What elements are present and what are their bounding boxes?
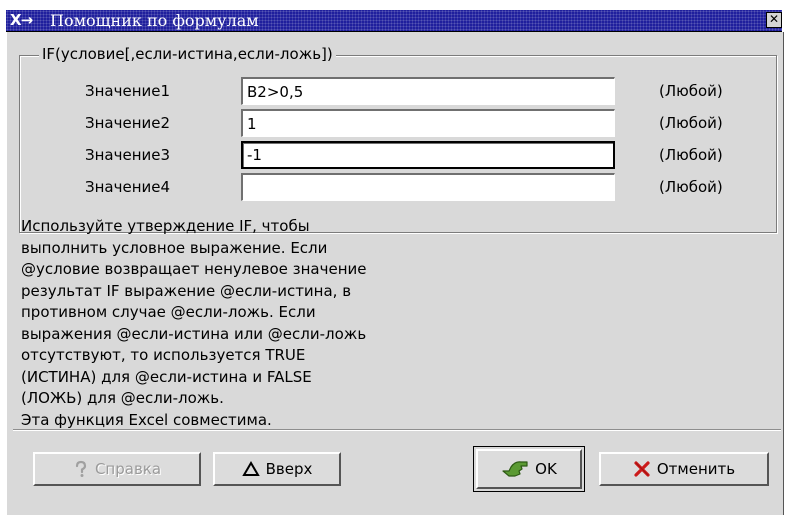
question-icon: [73, 460, 89, 478]
param-input-2[interactable]: [241, 109, 615, 137]
function-description: Используйте утверждение IF, чтобы выполн…: [21, 216, 521, 431]
description-line: (ЛОЖЬ) для @если-ложь.: [21, 389, 224, 407]
up-button[interactable]: Вверх: [213, 452, 341, 486]
close-icon[interactable]: ✕: [766, 12, 782, 28]
help-button-label: Справка: [94, 460, 162, 478]
app-icon: X→: [10, 11, 33, 29]
param-type: (Любой): [659, 178, 723, 196]
param-input-1[interactable]: [241, 77, 615, 105]
formula-helper-dialog: IF(условие[,если-истина,если-ложь]) Знач…: [6, 32, 784, 515]
description-line: Используйте утверждение IF, чтобы: [21, 217, 310, 235]
param-label: Значение2: [85, 114, 171, 132]
cancel-button-label: Отменить: [656, 460, 736, 478]
x-icon: [633, 460, 651, 478]
description-line: @условие возвращает ненулевое значение: [21, 260, 367, 278]
param-type: (Любой): [659, 82, 723, 100]
param-input-4[interactable]: [241, 173, 615, 201]
param-type: (Любой): [659, 146, 723, 164]
param-label: Значение4: [85, 178, 171, 196]
function-signature: IF(условие[,если-истина,если-ложь]): [39, 45, 336, 63]
ok-button[interactable]: OK: [476, 449, 582, 489]
param-type: (Любой): [659, 114, 723, 132]
triangle-up-icon: [241, 461, 260, 477]
check-hand-icon: [501, 459, 529, 479]
param-input-3[interactable]: [241, 141, 615, 169]
description-line: отсутствуют, то используется TRUE: [21, 346, 306, 364]
ok-button-label: OK: [535, 460, 557, 478]
param-row-3: Значение3 (Любой): [19, 138, 777, 170]
description-line: Эта функция Excel совместима.: [21, 410, 272, 429]
param-label: Значение3: [85, 146, 171, 164]
ok-button-frame: OK: [473, 446, 585, 492]
window-title: Помощник по формулам: [50, 11, 259, 30]
description-line: выполнить условное выражение. Если: [21, 238, 328, 257]
description-line: (ИСТИНА) для @если-истина и FALSE: [21, 367, 312, 386]
help-button[interactable]: Справка: [33, 452, 201, 486]
param-label: Значение1: [85, 82, 171, 100]
param-row-4: Значение4 (Любой): [19, 170, 777, 202]
up-button-label: Вверх: [265, 460, 313, 478]
description-line: противном случае @если-ложь. Если: [21, 303, 316, 321]
description-line: выражения @если-истина или @если-ложь: [21, 324, 367, 343]
window-titlebar[interactable]: X→ Помощник по формулам ✕: [6, 10, 782, 32]
param-row-1: Значение1 (Любой): [19, 74, 777, 106]
cancel-button[interactable]: Отменить: [599, 452, 769, 486]
param-row-2: Значение2 (Любой): [19, 106, 777, 138]
description-line: результат IF выражение @если-истина, в: [21, 281, 352, 300]
button-separator: [13, 429, 781, 431]
